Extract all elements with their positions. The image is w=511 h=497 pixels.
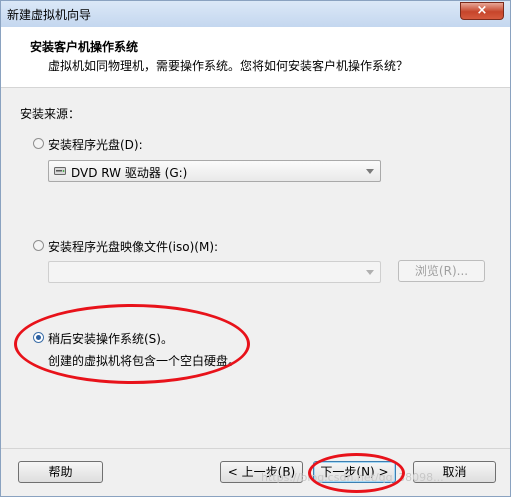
page-title: 安装客户机操作系统 [30,40,139,54]
annotation-ellipse-next [308,453,405,493]
source-label: 安装来源： [20,107,81,121]
wizard-window: 新建虚拟机向导 × 安装客户机操作系统 虚拟机如同物理机，需要操作系统。您将如何… [0,0,511,497]
page-subtitle: 虚拟机如同物理机，需要操作系统。您将如何安装客户机操作系统？ [48,59,409,73]
option-label-installer-disc[interactable]: 安装程序光盘(D): [48,136,143,153]
iso-path-select[interactable] [48,261,381,283]
radio-installer-disc[interactable] [33,138,44,149]
dvd-drive-icon [54,167,66,175]
option-label-iso-image[interactable]: 安装程序光盘映像文件(iso)(M): [48,238,218,255]
chevron-down-icon [366,169,374,174]
chevron-down-icon [366,270,374,275]
annotation-ellipse-install-later [14,304,250,384]
close-button[interactable]: × [460,2,504,20]
drive-select-value: DVD RW 驱动器 (G:) [71,166,188,180]
drive-select[interactable]: DVD RW 驱动器 (G:) [48,160,381,182]
radio-iso-image[interactable] [33,240,44,251]
help-button[interactable]: 帮助 [18,461,103,483]
browse-button[interactable]: 浏览(R)... [398,260,485,282]
header-panel: 安装客户机操作系统 虚拟机如同物理机，需要操作系统。您将如何安装客户机操作系统？ [1,27,510,88]
footer-divider [1,448,510,449]
title-bar[interactable]: 新建虚拟机向导 × [1,1,510,27]
window-title: 新建虚拟机向导 [7,8,92,22]
